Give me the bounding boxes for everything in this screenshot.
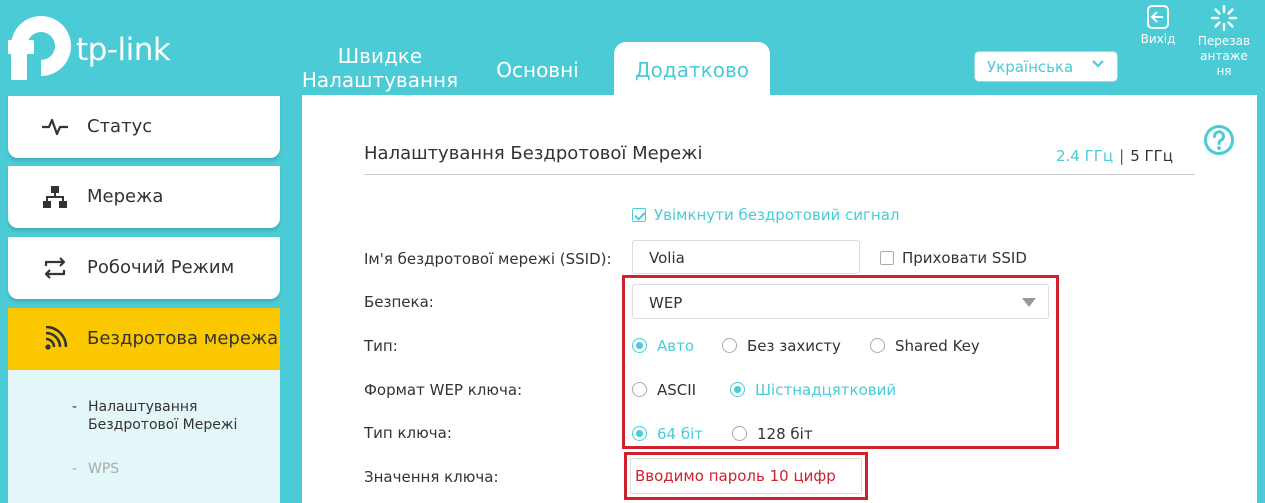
submenu-label-line1: Налаштування bbox=[88, 399, 198, 415]
reboot-button[interactable]: Перезав антаже ня bbox=[1193, 4, 1255, 79]
enable-wireless-label: Увімкнути бездротовий сигнал bbox=[654, 206, 900, 224]
logout-icon bbox=[1147, 5, 1169, 29]
submenu-label-line2: Бездротової Мережі bbox=[88, 417, 238, 433]
submenu-dash: - bbox=[72, 461, 78, 477]
pulse-icon bbox=[42, 118, 68, 136]
security-label: Безпека: bbox=[364, 293, 434, 311]
tab-quick-setup-line1: Швидке bbox=[337, 44, 423, 68]
band-24ghz-link[interactable]: 2.4 ГГц bbox=[1056, 147, 1113, 165]
key-value-label: Значення ключа: bbox=[364, 468, 499, 486]
language-value: Українська bbox=[987, 58, 1074, 76]
reboot-label-line3: ня bbox=[1216, 64, 1232, 78]
reboot-label-line2: антаже bbox=[1200, 49, 1248, 63]
band-separator: | bbox=[1119, 147, 1125, 165]
sidebar-item-status[interactable]: Статус bbox=[8, 96, 280, 158]
sidebar-item-wireless[interactable]: Бездротова мережа bbox=[8, 308, 280, 370]
tab-quick-setup[interactable]: Швидке Налаштування bbox=[300, 44, 460, 92]
sidebar-item-label: Бездротова мережа bbox=[87, 328, 279, 349]
checkbox-unchecked-icon bbox=[880, 251, 894, 265]
tab-basic[interactable]: Основні bbox=[480, 58, 595, 82]
logout-button[interactable]: Вихід bbox=[1138, 4, 1178, 47]
sidebar-item-label: Мережа bbox=[87, 186, 164, 207]
reboot-label-line1: Перезав bbox=[1197, 34, 1251, 48]
network-icon bbox=[43, 186, 67, 208]
sidebar-item-label: Статус bbox=[87, 116, 153, 137]
submenu-dash: - bbox=[72, 399, 78, 415]
reboot-icon bbox=[1210, 4, 1238, 32]
key-type-label: Тип ключа: bbox=[364, 424, 452, 442]
hide-ssid-checkbox[interactable]: Приховати SSID bbox=[880, 249, 1027, 267]
checkbox-checked-icon bbox=[632, 208, 646, 222]
tp-link-logo: tp-link bbox=[8, 14, 178, 84]
enable-wireless-checkbox[interactable]: Увімкнути бездротовий сигнал bbox=[632, 206, 899, 224]
band-selector: 2.4 ГГц | 5 ГГц bbox=[1056, 147, 1173, 165]
page-title: Налаштування Бездротової Мережі bbox=[364, 143, 703, 164]
title-divider bbox=[364, 174, 1195, 175]
ssid-label: Ім'я бездротової мережі (SSID): bbox=[364, 250, 612, 268]
tab-advanced[interactable]: Додатково bbox=[614, 42, 770, 102]
mode-switch-icon bbox=[44, 257, 66, 279]
hide-ssid-label: Приховати SSID bbox=[902, 249, 1027, 267]
sidebar-item-network[interactable]: Мережа bbox=[8, 166, 280, 228]
tp-link-logo-icon bbox=[8, 16, 71, 80]
tab-quick-setup-line2: Налаштування bbox=[301, 68, 459, 92]
sidebar-item-label: Робочий Режим bbox=[87, 257, 235, 278]
submenu-item-wps[interactable]: - WPS bbox=[72, 460, 119, 478]
band-5ghz-link[interactable]: 5 ГГц bbox=[1130, 147, 1173, 165]
highlight-box-key-value bbox=[624, 452, 868, 500]
language-select[interactable]: Українська bbox=[974, 51, 1118, 82]
ssid-input[interactable]: Volia bbox=[632, 240, 860, 274]
sidebar-item-operation-mode[interactable]: Робочий Режим bbox=[8, 237, 280, 299]
help-icon[interactable] bbox=[1203, 124, 1235, 156]
wireless-submenu: - Налаштування Бездротової Мережі - WPS bbox=[8, 370, 280, 503]
wireless-icon bbox=[45, 326, 68, 350]
wep-format-label: Формат WEP ключа: bbox=[364, 381, 523, 399]
logout-label: Вихід bbox=[1140, 32, 1176, 46]
chevron-down-icon bbox=[1092, 60, 1104, 68]
logo-text: tp-link bbox=[76, 32, 171, 68]
highlight-box-security-options bbox=[622, 275, 1059, 449]
submenu-item-wireless-settings[interactable]: - Налаштування Бездротової Мережі bbox=[72, 398, 237, 434]
submenu-label: WPS bbox=[88, 461, 120, 477]
auth-type-label: Тип: bbox=[364, 337, 398, 355]
